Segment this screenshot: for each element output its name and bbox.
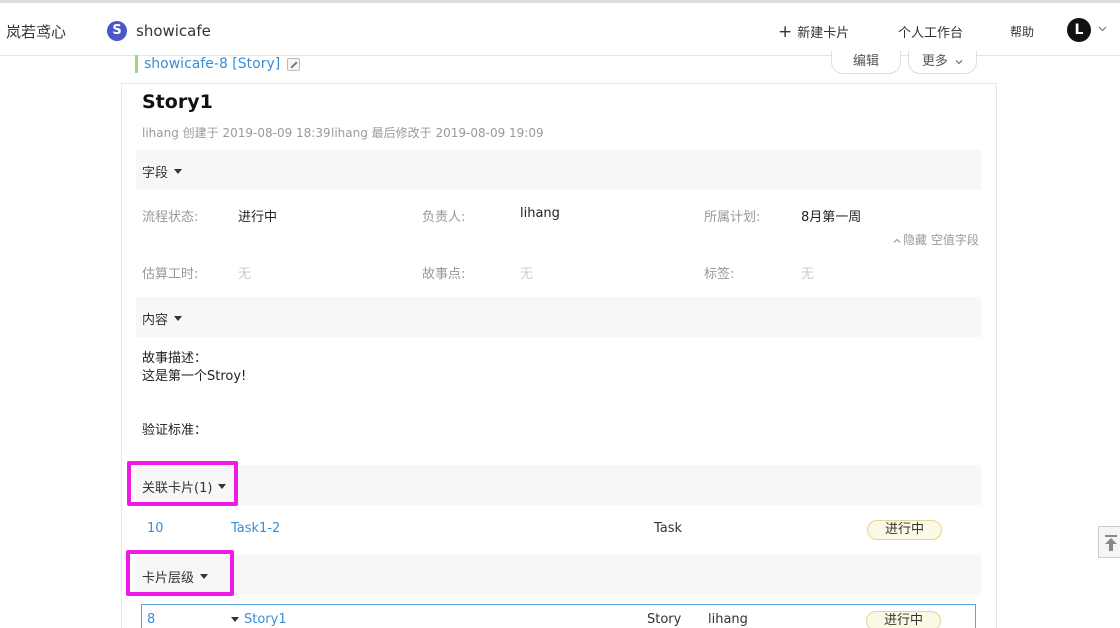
arrow-up-icon (1105, 535, 1117, 551)
fields-section-label: 字段 (142, 166, 169, 181)
story-desc-text: 这是第一个Stroy! (142, 369, 247, 384)
hierarchy-card-title[interactable]: Story1 (244, 612, 287, 627)
workbench-link[interactable]: 个人工作台 (898, 22, 963, 41)
hierarchy-card-type: Story (647, 612, 682, 627)
content-section-label: 内容 (142, 313, 169, 328)
card-breadcrumb: showicafe-8 [Story] (135, 55, 301, 73)
field-label: 所属计划: (704, 210, 761, 225)
hierarchy-card-id[interactable]: 8 (147, 612, 155, 627)
chevron-up-icon (893, 238, 901, 243)
content-section-toggle[interactable]: 内容 (142, 309, 183, 328)
field-value-tags[interactable]: 无 (801, 263, 814, 282)
status-badge[interactable]: 进行中 (866, 611, 941, 628)
new-card-label: 新建卡片 (797, 26, 850, 41)
hierarchy-card-cell: Story1 (231, 612, 287, 627)
field-value-owner[interactable]: lihang (520, 206, 560, 221)
related-card-type: Task (654, 521, 683, 536)
project-icon[interactable]: S (107, 21, 127, 41)
caret-down-icon (174, 316, 183, 321)
highlight-box (127, 461, 238, 506)
card-title: Story1 (142, 91, 213, 113)
status-badge[interactable]: 进行中 (867, 520, 942, 540)
field-label: 标签: (704, 267, 735, 282)
top-nav-bar: 岚若鸢心 S showicafe + 新建卡片 个人工作台 帮助 L (0, 0, 1120, 56)
project-name[interactable]: showicafe (136, 22, 211, 40)
caret-down-icon (174, 169, 183, 174)
back-to-top-button[interactable] (1098, 526, 1120, 558)
related-card-id[interactable]: 10 (147, 521, 164, 536)
related-card-title[interactable]: Task1-2 (231, 521, 280, 536)
chevron-down-icon (955, 59, 963, 64)
highlight-box (126, 550, 234, 596)
field-value-status[interactable]: 进行中 (238, 206, 277, 225)
field-value-estimate[interactable]: 无 (238, 263, 251, 282)
help-link[interactable]: 帮助 (1010, 23, 1034, 40)
hide-empty-label: 隐藏 空值字段 (903, 233, 979, 247)
field-label: 故事点: (422, 267, 466, 282)
field-value-plan[interactable]: 8月第一周 (801, 206, 861, 225)
plus-icon: + (778, 21, 793, 42)
fields-section-header (136, 150, 981, 190)
created-info: lihang 创建于 2019-08-09 18:39 (142, 126, 331, 140)
field-label: 估算工时: (142, 267, 199, 282)
story-desc-label: 故事描述： (142, 351, 208, 366)
field-value-story-points[interactable]: 无 (520, 263, 533, 282)
modified-info: lihang 最后修改于 2019-08-09 19:09 (331, 126, 544, 140)
field-label: 负责人: (422, 210, 466, 225)
acceptance-label: 验证标准： (142, 423, 208, 438)
fields-section-toggle[interactable]: 字段 (142, 162, 183, 181)
hierarchy-card-owner: lihang (708, 612, 748, 627)
hierarchy-section-header (136, 555, 981, 595)
chevron-down-icon[interactable] (1098, 24, 1107, 33)
more-label: 更多 (921, 54, 948, 69)
caret-down-icon[interactable] (231, 617, 239, 622)
more-button[interactable]: 更多 (908, 51, 977, 74)
edit-button[interactable]: 编辑 (831, 51, 901, 74)
brand-name[interactable]: 岚若鸢心 (6, 21, 66, 42)
user-avatar[interactable]: L (1067, 18, 1091, 42)
related-section-header (136, 465, 981, 505)
card-ref-link[interactable]: showicafe-8 [Story] (144, 56, 280, 72)
pencil-icon[interactable] (287, 57, 301, 71)
field-label: 流程状态: (142, 210, 199, 225)
hide-empty-fields-toggle[interactable]: 隐藏 空值字段 (893, 231, 979, 248)
new-card-button[interactable]: + 新建卡片 (778, 22, 849, 41)
content-section-header (136, 297, 981, 337)
